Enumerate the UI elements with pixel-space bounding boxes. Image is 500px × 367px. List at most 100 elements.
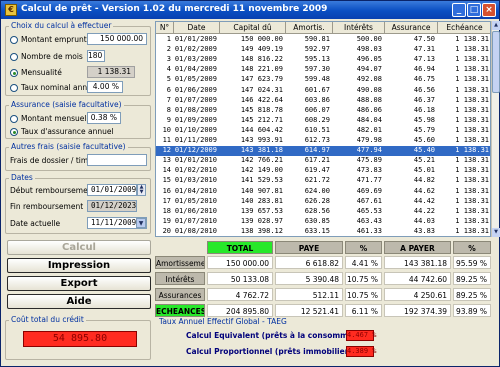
minimize-button[interactable]: _ (452, 3, 466, 17)
table-cell: 44.22 (413, 206, 435, 215)
mensualite-radio[interactable] (10, 69, 18, 77)
table-cell: 145 818.78 (240, 105, 283, 114)
table-cell: 47.31 (413, 45, 435, 54)
impression-button[interactable]: Impression (7, 258, 151, 273)
table-cell: 01/03/2009 (174, 55, 217, 64)
table-row[interactable]: 20 01/08/2010 138 398.12 633.15 461.33 43.83 1… (156, 226, 490, 236)
scroll-thumb[interactable] (492, 31, 500, 93)
table-cell: 45.79 (413, 125, 435, 134)
table-row[interactable]: 3 01/03/2009 148 816.22 595.13 496.05 47.13 1 … (156, 55, 490, 65)
table-cell: 145 212.71 (240, 115, 283, 124)
calcul-button[interactable]: Calcul (7, 240, 151, 255)
table-cell: 1 138.31 (455, 186, 489, 195)
title-bar[interactable]: € Calcul de prêt - Version 1.02 du mercr… (1, 1, 499, 19)
summary-cell: 6.11 % (345, 304, 382, 317)
table-cell: 01/02/2009 (174, 45, 217, 54)
maximize-button[interactable]: □ (467, 3, 481, 17)
amortization-table[interactable]: N° Date Capital dû Amortis. Intérêts Assuranc… (155, 21, 491, 237)
summary-header: TOTAL (207, 241, 273, 254)
close-button[interactable]: × (482, 3, 496, 17)
debut-date-input[interactable]: 01/01/2009 (87, 184, 137, 196)
column-header[interactable]: Echéance (438, 22, 490, 34)
summary-cell: 95.59 % (453, 256, 491, 269)
table-row[interactable]: 9 01/09/2009 145 212.71 608.29 484.04 45.98 1 … (156, 115, 490, 126)
table-cell: 01/04/2009 (174, 65, 217, 74)
nbmois-input[interactable]: 180 (87, 50, 105, 62)
table-cell: 1 138.31 (455, 105, 489, 114)
column-header[interactable]: Date (174, 22, 220, 34)
table-row[interactable]: 4 01/04/2009 148 221.09 597.30 494.07 46.94 1 … (156, 65, 490, 75)
app-window: € Calcul de prêt - Version 1.02 du mercr… (0, 0, 500, 367)
aide-button[interactable]: Aide (7, 294, 151, 309)
table-row[interactable]: 12 01/12/2009 143 381.18 614.97 477.94 45.40 1… (156, 146, 490, 156)
summary-cell: 512.11 (275, 288, 343, 301)
summary-header: PAYE (275, 241, 343, 254)
table-header: N° Date Capital dû Amortis. Intérêts Assuranc… (156, 22, 490, 34)
assurance-taux-input[interactable]: 0.38 % (87, 112, 121, 124)
table-cell: 44.42 (413, 196, 435, 205)
table-cell: 621.72 (304, 176, 330, 185)
table-row[interactable]: 14 01/02/2010 142 149.00 619.47 473.83 45.01 1… (156, 166, 490, 176)
summary-header: % (345, 241, 382, 254)
frais-input[interactable] (87, 154, 147, 166)
column-header[interactable]: Amortis. (286, 22, 333, 34)
table-cell: 14 (162, 166, 171, 175)
summary-cell: 150 000.00 (207, 256, 273, 269)
table-cell: 1 138.31 (455, 226, 489, 235)
frais-group-title: Autres frais (saisie facultative) (9, 142, 128, 151)
table-cell: 1 138.31 (455, 196, 489, 205)
table-cell: 597.30 (304, 65, 330, 74)
export-button[interactable]: Export (7, 276, 151, 291)
table-cell: 1 138.31 (455, 35, 489, 43)
taux-radio[interactable] (10, 84, 18, 92)
summary-cell: 6 618.82 (275, 256, 343, 269)
table-row[interactable]: 13 01/01/2010 142 766.21 617.21 475.89 45.21 1… (156, 156, 490, 166)
table-scrollbar[interactable]: ▲ ▼ (491, 21, 500, 237)
table-row[interactable]: 8 01/08/2009 145 818.78 606.07 486.06 46.18 1 … (156, 105, 490, 116)
montant-input[interactable]: 150 000.00 (87, 33, 147, 45)
taux-input[interactable]: 4.00 % (87, 81, 123, 93)
nbmois-radio[interactable] (10, 53, 18, 61)
summary-cell: 143 381.18 (384, 256, 451, 269)
table-row[interactable]: 1 01/01/2009 150 000.00 590.81 500.00 47.50 1 … (156, 35, 490, 45)
table-row[interactable]: 7 01/07/2009 146 422.64 603.86 488.08 46.37 1 … (156, 95, 490, 106)
table-cell: 47.50 (413, 35, 435, 43)
summary-row-label: Assurances (155, 288, 205, 301)
cout-total-label: Coût total du crédit (9, 315, 86, 324)
assurance-mensuel-radio[interactable] (10, 115, 18, 123)
table-row[interactable]: 6 01/06/2009 147 024.31 601.67 490.08 46.56 1 … (156, 86, 490, 96)
table-row[interactable]: 5 01/05/2009 147 623.79 599.48 492.08 46.75 1 … (156, 75, 490, 85)
table-cell: 01/07/2009 (174, 95, 217, 104)
table-cell: 7 (166, 95, 171, 104)
table-row[interactable]: 10 01/10/2009 144 604.42 610.51 482.01 45.79 1… (156, 125, 490, 136)
column-header[interactable]: N° (156, 22, 174, 34)
table-row[interactable]: 17 01/05/2010 140 283.81 626.28 467.61 44.42 1… (156, 196, 490, 207)
assurance-mensuel-label: Montant mensuel (21, 114, 87, 123)
table-cell: 01/06/2010 (174, 206, 217, 215)
table-row[interactable]: 18 01/06/2010 139 657.53 628.56 465.53 44.22 1… (156, 206, 490, 217)
column-header[interactable]: Intérêts (333, 22, 385, 34)
debut-spinner[interactable]: ▲ ▼ (137, 184, 146, 196)
column-header[interactable]: Capital dû (220, 22, 286, 34)
table-row[interactable]: 16 01/04/2010 140 907.81 624.00 469.69 44.62 1… (156, 186, 490, 197)
table-row[interactable]: 2 01/02/2009 149 409.19 592.97 498.03 47.31 1 … (156, 45, 490, 55)
summary-header: % (453, 241, 491, 254)
table-cell: 1 138.31 (455, 206, 489, 215)
table-cell: 17 (162, 196, 171, 205)
table-cell: 624.00 (304, 186, 330, 195)
assurance-taux-radio[interactable] (10, 128, 18, 136)
summary-cell: 50 133.08 (207, 272, 273, 285)
table-cell: 484.04 (356, 115, 382, 124)
table-row[interactable]: 11 01/11/2009 143 993.91 612.73 479.98 45.60 1… (156, 136, 490, 146)
table-cell: 45.40 (413, 146, 435, 155)
column-header[interactable]: Assurance (385, 22, 438, 34)
table-row[interactable]: 15 01/03/2010 141 529.53 621.72 471.77 44.82 1… (156, 176, 490, 186)
montant-radio[interactable] (10, 36, 18, 44)
table-cell: 9 (166, 115, 171, 124)
chevron-down-icon[interactable]: ▼ (136, 218, 146, 228)
summary-cell: 192 374.39 (384, 304, 451, 317)
table-row[interactable]: 19 01/07/2010 139 028.97 630.85 463.43 44.03 1… (156, 217, 490, 227)
scroll-down-icon[interactable]: ▼ (492, 228, 500, 237)
scroll-up-icon[interactable]: ▲ (492, 21, 500, 30)
summary-header: A PAYER (384, 241, 451, 254)
